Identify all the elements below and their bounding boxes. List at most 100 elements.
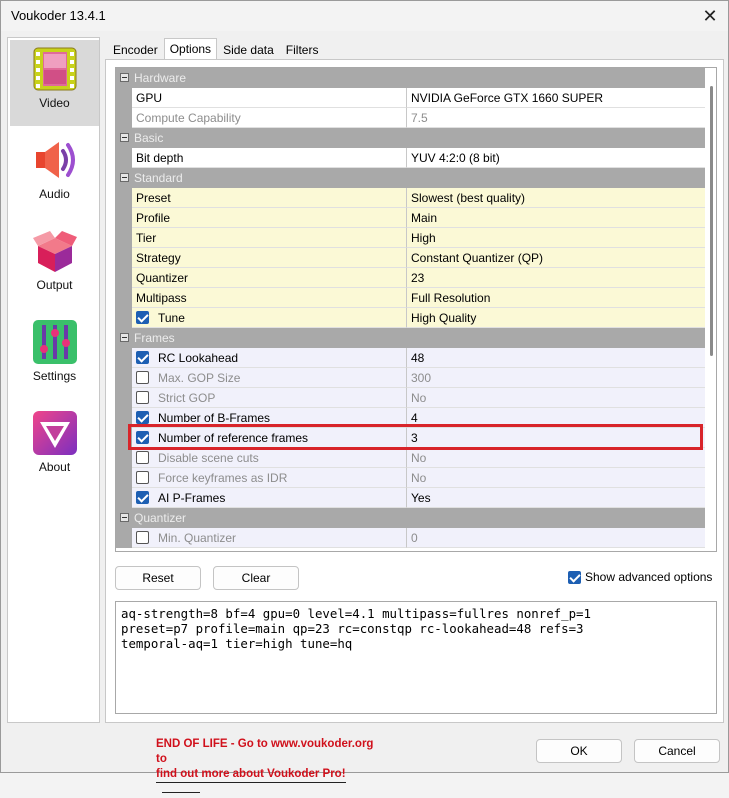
property-name: Tier (136, 230, 157, 245)
property-grid-scrollbar[interactable] (705, 68, 716, 551)
property-checkbox[interactable] (136, 371, 149, 384)
property-checkbox[interactable] (136, 491, 149, 504)
property-value[interactable]: YUV 4:2:0 (8 bit) (407, 148, 706, 168)
property-value[interactable]: Constant Quantizer (QP) (407, 248, 706, 268)
collapse-toggle-icon[interactable] (120, 133, 129, 142)
property-row[interactable]: Force keyframes as IDR No (116, 468, 706, 488)
property-row[interactable]: Strict GOP No (116, 388, 706, 408)
property-value[interactable]: 0 (407, 528, 706, 548)
property-row[interactable]: Min. Quantizer 0 (116, 528, 706, 548)
end-of-life-notice[interactable]: END OF LIFE - Go to www.voukoder.org to … (156, 737, 386, 798)
property-name-cell[interactable]: Disable scene cuts (132, 448, 407, 468)
property-name-cell[interactable]: Bit depth (132, 148, 407, 168)
cancel-button[interactable]: Cancel (634, 739, 720, 763)
property-checkbox[interactable] (136, 411, 149, 424)
collapse-toggle-icon[interactable] (120, 333, 129, 342)
voukoder-logo-icon (33, 411, 77, 455)
property-name-cell[interactable]: Profile (132, 208, 407, 228)
tab-options[interactable]: Options (163, 38, 218, 61)
reset-button[interactable]: Reset (115, 566, 201, 590)
property-checkbox[interactable] (136, 391, 149, 404)
property-row[interactable]: Max. GOP Size 300 (116, 368, 706, 388)
checkbox-icon[interactable] (568, 570, 581, 584)
category-row[interactable]: Frames (116, 328, 706, 348)
property-row[interactable]: GPU NVIDIA GeForce GTX 1660 SUPER (116, 88, 706, 108)
clear-button[interactable]: Clear (213, 566, 299, 590)
property-row[interactable]: Quantizer 23 (116, 268, 706, 288)
box-icon (33, 231, 77, 272)
property-name-cell[interactable]: Min. Quantizer (132, 528, 407, 548)
tab-encoder[interactable]: Encoder (107, 39, 164, 60)
property-checkbox[interactable] (136, 451, 149, 464)
category-label: Frames (134, 331, 175, 345)
property-value[interactable]: Yes (407, 488, 706, 508)
collapse-toggle-icon[interactable] (120, 513, 129, 522)
property-name-cell[interactable]: Quantizer (132, 268, 407, 288)
category-row[interactable]: Hardware (116, 68, 706, 88)
tab-side-data[interactable]: Side data (217, 39, 280, 60)
property-value[interactable]: High Quality (407, 308, 706, 328)
property-row[interactable]: RC Lookahead 48 (116, 348, 706, 368)
show-advanced-options-checkbox[interactable]: Show advanced options (568, 570, 712, 584)
category-row[interactable]: Basic (116, 128, 706, 148)
property-value[interactable]: 7.5 (407, 108, 706, 128)
property-row[interactable]: Compute Capability 7.5 (116, 108, 706, 128)
property-value[interactable]: 23 (407, 268, 706, 288)
tab-filters[interactable]: Filters (280, 39, 325, 60)
sidebar-item-settings[interactable]: Settings (10, 313, 99, 399)
property-checkbox[interactable] (136, 531, 149, 544)
property-checkbox[interactable] (136, 351, 149, 364)
property-value[interactable]: Slowest (best quality) (407, 188, 706, 208)
notice-line-1: END OF LIFE - Go to www.voukoder.org to (156, 738, 374, 765)
category-label: Quantizer (134, 511, 187, 525)
property-name-cell[interactable]: Tier (132, 228, 407, 248)
property-name-cell[interactable]: Strategy (132, 248, 407, 268)
command-line-preview[interactable]: aq-strength=8 bf=4 gpu=0 level=4.1 multi… (115, 601, 717, 714)
category-row[interactable]: Quantizer (116, 508, 706, 528)
sidebar-item-video[interactable]: Video (10, 40, 99, 126)
property-value[interactable]: No (407, 448, 706, 468)
property-name-cell[interactable]: Strict GOP (132, 388, 407, 408)
sidebar-item-about[interactable]: About (10, 404, 99, 490)
ok-button[interactable]: OK (536, 739, 622, 763)
property-value[interactable]: Full Resolution (407, 288, 706, 308)
sidebar-item-output[interactable]: Output (10, 222, 99, 308)
property-row[interactable]: AI P-Frames Yes (116, 488, 706, 508)
property-row[interactable]: Multipass Full Resolution (116, 288, 706, 308)
collapse-toggle-icon[interactable] (120, 73, 129, 82)
property-name-cell[interactable]: AI P-Frames (132, 488, 407, 508)
property-name-cell[interactable]: Tune (132, 308, 407, 328)
property-value[interactable]: 48 (407, 348, 706, 368)
property-row[interactable]: Tune High Quality (116, 308, 706, 328)
property-checkbox[interactable] (136, 471, 149, 484)
property-row[interactable]: Bit depth YUV 4:2:0 (8 bit) (116, 148, 706, 168)
scrollbar-thumb[interactable] (710, 86, 713, 356)
property-grid[interactable]: Hardware GPU NVIDIA GeForce GTX 1660 SUPER… (115, 67, 717, 552)
property-row[interactable]: Strategy Constant Quantizer (QP) (116, 248, 706, 268)
category-row[interactable]: Standard (116, 168, 706, 188)
property-row[interactable]: Preset Slowest (best quality) (116, 188, 706, 208)
property-checkbox[interactable] (136, 311, 149, 324)
category-label: Standard (134, 171, 183, 185)
close-icon[interactable]: ✕ (692, 1, 728, 31)
property-value[interactable]: No (407, 468, 706, 488)
property-value[interactable]: Main (407, 208, 706, 228)
property-row[interactable]: Tier High (116, 228, 706, 248)
property-name-cell[interactable]: Max. GOP Size (132, 368, 407, 388)
property-name-cell[interactable]: Compute Capability (132, 108, 407, 128)
property-name: Strategy (136, 250, 181, 265)
sidebar-item-audio[interactable]: Audio (10, 131, 99, 217)
property-value[interactable]: No (407, 388, 706, 408)
property-name-cell[interactable]: Multipass (132, 288, 407, 308)
property-value[interactable]: 300 (407, 368, 706, 388)
property-name-cell[interactable]: GPU (132, 88, 407, 108)
property-row[interactable]: Profile Main (116, 208, 706, 228)
property-row[interactable]: Disable scene cuts No (116, 448, 706, 468)
property-name-cell[interactable]: RC Lookahead (132, 348, 407, 368)
notice-line-2: find out more about Voukoder Pro! (156, 767, 346, 783)
property-name-cell[interactable]: Force keyframes as IDR (132, 468, 407, 488)
property-value[interactable]: NVIDIA GeForce GTX 1660 SUPER (407, 88, 706, 108)
property-name-cell[interactable]: Preset (132, 188, 407, 208)
collapse-toggle-icon[interactable] (120, 173, 129, 182)
property-value[interactable]: High (407, 228, 706, 248)
